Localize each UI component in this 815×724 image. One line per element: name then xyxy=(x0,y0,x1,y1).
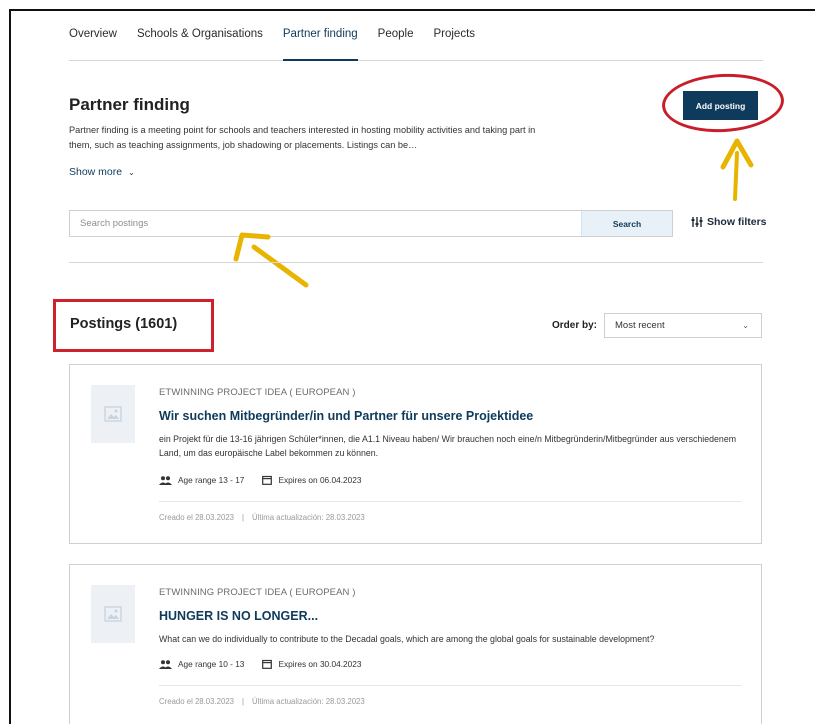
top-nav: Overview Schools & Organisations Partner… xyxy=(69,27,763,61)
page-description: Partner finding is a meeting point for s… xyxy=(69,125,536,150)
created-date: Creado el 28.03.2023 xyxy=(159,513,234,522)
card-divider xyxy=(159,685,741,686)
people-icon xyxy=(159,475,172,485)
tab-schools-organisations[interactable]: Schools & Organisations xyxy=(137,27,263,61)
postings-count-title: Postings (1601) xyxy=(70,316,178,332)
tab-projects[interactable]: Projects xyxy=(433,27,475,61)
expiry-date-text: Expires on 30.04.2023 xyxy=(278,659,362,669)
created-date: Creado el 28.03.2023 xyxy=(159,697,234,706)
posting-dates: Creado el 28.03.2023 | Última actualizació… xyxy=(159,697,365,706)
posting-description: ein Projekt für die 13-16 jährigen Schül… xyxy=(159,434,737,458)
show-filters-button[interactable]: Show filters xyxy=(691,216,767,228)
posting-title-link[interactable]: HUNGER IS NO LONGER... xyxy=(159,609,318,623)
page-title: Partner finding xyxy=(69,95,190,114)
order-by-select[interactable]: Most recent ⌄ xyxy=(604,313,762,338)
card-divider xyxy=(159,501,741,502)
posting-type: ETWINNING PROJECT IDEA ( EUROPEAN ) xyxy=(159,387,356,398)
chevron-down-icon: ⌄ xyxy=(128,167,135,177)
posting-dates: Creado el 28.03.2023 | Última actualizació… xyxy=(159,513,365,522)
add-posting-button[interactable]: Add posting xyxy=(683,91,758,120)
tab-partner-finding[interactable]: Partner finding xyxy=(282,27,358,61)
image-placeholder-icon xyxy=(91,385,135,443)
posting-description: What can we do individually to contribut… xyxy=(159,634,655,644)
age-range: Age range 10 - 13 xyxy=(159,659,244,669)
age-range-text: Age range 10 - 13 xyxy=(178,659,245,669)
order-by-value: Most recent xyxy=(615,320,665,331)
filter-sliders-icon xyxy=(691,217,703,227)
page-frame: Overview Schools & Organisations Partner… xyxy=(9,9,815,724)
show-more-link[interactable]: Show more ⌄ xyxy=(69,166,135,178)
tab-people[interactable]: People xyxy=(378,27,414,61)
image-placeholder-icon xyxy=(91,585,135,643)
expiry-date: Expires on 30.04.2023 xyxy=(262,659,361,669)
search-input[interactable] xyxy=(70,211,581,236)
show-filters-label: Show filters xyxy=(707,216,767,228)
updated-date: Última actualización: 28.03.2023 xyxy=(252,697,365,706)
date-separator: | xyxy=(242,697,245,706)
posting-title-link[interactable]: Wir suchen Mitbegründer/in und Partner f… xyxy=(159,409,533,423)
search-button[interactable]: Search xyxy=(581,211,672,236)
search-bar: Search xyxy=(69,210,673,237)
posting-meta: Age range 13 - 17 Expires on 06.04.2023 xyxy=(159,475,361,485)
posting-card[interactable]: ETWINNING PROJECT IDEA ( EUROPEAN ) HUNG… xyxy=(69,564,762,724)
age-range-text: Age range 13 - 17 xyxy=(178,475,245,485)
posting-type: ETWINNING PROJECT IDEA ( EUROPEAN ) xyxy=(159,587,356,598)
expiry-date: Expires on 06.04.2023 xyxy=(262,475,361,485)
age-range: Age range 13 - 17 xyxy=(159,475,244,485)
show-more-label: Show more xyxy=(69,166,123,178)
calendar-icon xyxy=(262,475,273,485)
expiry-date-text: Expires on 06.04.2023 xyxy=(278,475,362,485)
updated-date: Última actualización: 28.03.2023 xyxy=(252,513,365,522)
chevron-down-icon: ⌄ xyxy=(742,321,749,330)
annotation-arrow-icon xyxy=(720,138,754,201)
posting-meta: Age range 10 - 13 Expires on 30.04.2023 xyxy=(159,659,361,669)
section-divider xyxy=(69,262,763,263)
calendar-icon xyxy=(262,659,273,669)
posting-card[interactable]: ETWINNING PROJECT IDEA ( EUROPEAN ) Wir … xyxy=(69,364,762,544)
people-icon xyxy=(159,659,172,669)
date-separator: | xyxy=(242,513,245,522)
tab-overview[interactable]: Overview xyxy=(69,27,117,61)
order-by-label: Order by: xyxy=(552,320,598,331)
